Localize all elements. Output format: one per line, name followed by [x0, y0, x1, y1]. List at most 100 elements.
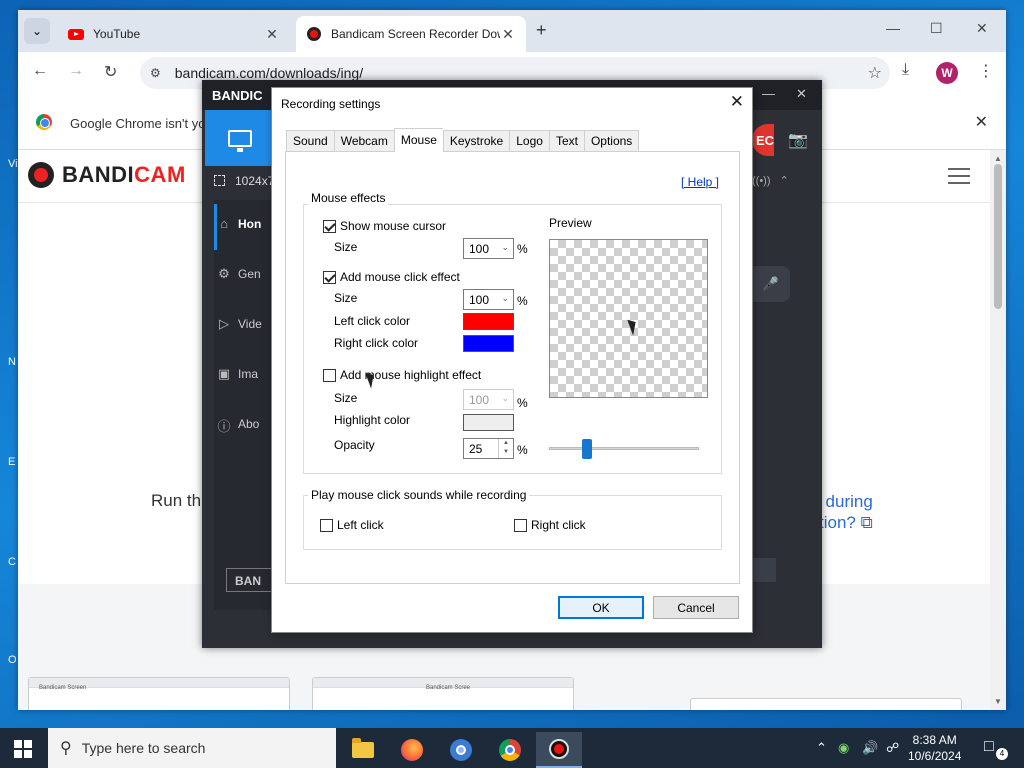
- profile-avatar[interactable]: W: [936, 62, 958, 84]
- tab-sound[interactable]: Sound: [286, 130, 334, 152]
- close-icon[interactable]: ✕: [796, 86, 807, 102]
- help-link[interactable]: [ Help ]: [681, 175, 719, 189]
- capture-size[interactable]: 1024x7: [214, 174, 274, 188]
- start-button[interactable]: [14, 740, 32, 758]
- rec-button[interactable]: EC: [752, 124, 774, 156]
- desktop-icon-label[interactable]: C: [8, 556, 16, 568]
- tray-chevron-up-icon[interactable]: ⌃: [816, 740, 827, 756]
- download-icon[interactable]: ⤓: [902, 61, 909, 79]
- network-icon[interactable]: ☍: [886, 740, 899, 756]
- maximize-icon[interactable]: ☐: [930, 20, 943, 37]
- image-icon: ▣: [217, 366, 231, 381]
- highlight-effect-checkbox[interactable]: Add mouse highlight effect: [323, 368, 481, 382]
- url-text[interactable]: bandicam.com/downloads/ing/: [175, 65, 363, 81]
- chevron-down-icon: ⌄: [501, 293, 509, 303]
- percent-label: %: [517, 294, 528, 308]
- sidebar-item-label: Hon: [238, 217, 262, 231]
- notifications-icon[interactable]: □: [984, 738, 994, 756]
- close-tab-icon[interactable]: ✕: [500, 26, 516, 43]
- tab-logo[interactable]: Logo: [509, 130, 549, 152]
- highlight-color-swatch[interactable]: [463, 414, 514, 431]
- new-tab-icon[interactable]: +: [536, 20, 547, 41]
- close-tab-icon[interactable]: ✕: [264, 26, 280, 43]
- opacity-stepper[interactable]: 25 ▲ ▼: [463, 438, 514, 459]
- click-effect-checkbox[interactable]: Add mouse click effect: [323, 270, 460, 284]
- chromium-app[interactable]: [438, 732, 484, 768]
- minimize-icon[interactable]: —: [762, 86, 775, 101]
- tab-webcam[interactable]: Webcam: [333, 130, 394, 152]
- thumbnail-caption: Bandicam Scree: [425, 685, 471, 691]
- scroll-down-icon[interactable]: ▼: [994, 697, 1002, 706]
- sidebar-item-image[interactable]: ▣ Ima: [216, 366, 258, 382]
- sidebar-item-home[interactable]: ⌂ Hon: [216, 216, 261, 232]
- sidebar-item-about[interactable]: ⓘ Abo: [216, 416, 260, 434]
- panel-edge: [752, 558, 776, 582]
- chevron-down-icon: ⌄: [501, 393, 509, 403]
- bandicam-bottom-button[interactable]: BAN: [226, 568, 276, 592]
- sidebar-item-label: Abo: [238, 417, 260, 431]
- click-size-select[interactable]: 100 ⌄: [463, 289, 514, 310]
- left-click-sound-checkbox[interactable]: Left click: [320, 518, 384, 532]
- select-value: 100: [469, 393, 490, 407]
- menu-kebab-icon[interactable]: ⋮: [978, 61, 994, 81]
- camera-icon[interactable]: 📷: [788, 130, 808, 150]
- tab-search-button[interactable]: ⌄: [24, 18, 50, 44]
- desktop-icon-label[interactable]: O: [8, 654, 17, 666]
- scrollbar-thumb[interactable]: [994, 164, 1002, 309]
- page-scrollbar[interactable]: ▲ ▼: [990, 150, 1006, 710]
- checkbox-label: Add mouse highlight effect: [340, 368, 482, 382]
- tray-bandicam-icon[interactable]: ◉: [838, 740, 849, 756]
- tab-options[interactable]: Options: [583, 130, 640, 152]
- checkbox-unchecked-icon: [514, 518, 527, 532]
- right-click-color-swatch[interactable]: [463, 335, 514, 352]
- highlight-color-label: Highlight color: [334, 413, 411, 427]
- bandicam-app[interactable]: [536, 732, 582, 768]
- clock-time: 8:38 AM: [912, 733, 957, 747]
- resolution-text: 1024x7: [235, 174, 275, 188]
- firefox-app[interactable]: [389, 732, 435, 768]
- tab-mouse[interactable]: Mouse: [393, 128, 443, 152]
- left-click-color-swatch[interactable]: [463, 313, 514, 330]
- desktop-icon-label[interactable]: N: [8, 356, 16, 368]
- show-cursor-checkbox[interactable]: Show mouse cursor: [323, 219, 446, 233]
- screen-mode-button[interactable]: [205, 110, 275, 166]
- screenshot-thumbnail: [690, 698, 962, 710]
- site-settings-icon[interactable]: ⚙: [150, 66, 161, 80]
- tab-text[interactable]: Text: [548, 130, 584, 152]
- taskbar: ⚲ Type here to search ⌃ ◉ 🔊 ☍ 8:38 AM 10…: [0, 728, 1024, 768]
- desktop-icon-label[interactable]: Vi: [8, 158, 18, 170]
- taskbar-clock[interactable]: 8:38 AM 10/6/2024: [908, 732, 961, 764]
- cancel-button[interactable]: Cancel: [653, 596, 739, 619]
- taskbar-search[interactable]: ⚲ Type here to search: [48, 728, 336, 768]
- notification-count-badge: 4: [996, 748, 1008, 760]
- scroll-up-icon[interactable]: ▲: [994, 154, 1002, 163]
- close-window-icon[interactable]: ✕: [976, 20, 988, 37]
- site-logo[interactable]: BANDICAM: [28, 162, 186, 188]
- bookmark-star-icon[interactable]: ☆: [868, 63, 882, 83]
- back-icon[interactable]: ←: [32, 62, 48, 80]
- tab-keystroke[interactable]: Keystroke: [442, 130, 510, 152]
- gear-icon: ⚙: [218, 266, 230, 281]
- microphone-icon[interactable]: 🎤: [752, 266, 790, 302]
- opacity-slider-thumb[interactable]: [581, 439, 592, 459]
- ok-button[interactable]: OK: [558, 596, 644, 619]
- sidebar-item-video[interactable]: ▷ Vide: [216, 316, 262, 332]
- hamburger-menu-icon[interactable]: [948, 168, 970, 184]
- close-icon[interactable]: ✕: [730, 92, 744, 112]
- tab-bandicam[interactable]: Bandicam Screen Recorder Dow ✕: [296, 16, 526, 52]
- spin-arrows-icon[interactable]: ▲ ▼: [498, 439, 513, 458]
- opacity-slider[interactable]: [549, 447, 699, 450]
- volume-icon[interactable]: 🔊: [862, 740, 878, 756]
- right-click-sound-checkbox[interactable]: Right click: [514, 518, 586, 532]
- tab-youtube[interactable]: YouTube ✕: [58, 16, 290, 52]
- sidebar-item-general[interactable]: ⚙ Gen: [216, 266, 261, 282]
- highlight-size-select[interactable]: 100 ⌄: [463, 389, 514, 410]
- forward-icon[interactable]: →: [68, 62, 84, 80]
- desktop-icon-label[interactable]: E: [8, 456, 15, 468]
- file-explorer-app[interactable]: [340, 732, 386, 768]
- reload-icon[interactable]: ↻: [104, 62, 117, 82]
- chrome-app[interactable]: [487, 732, 533, 768]
- minimize-icon[interactable]: —: [886, 20, 900, 36]
- cursor-size-select[interactable]: 100 ⌄: [463, 238, 514, 259]
- close-infobar-icon[interactable]: ✕: [975, 112, 988, 132]
